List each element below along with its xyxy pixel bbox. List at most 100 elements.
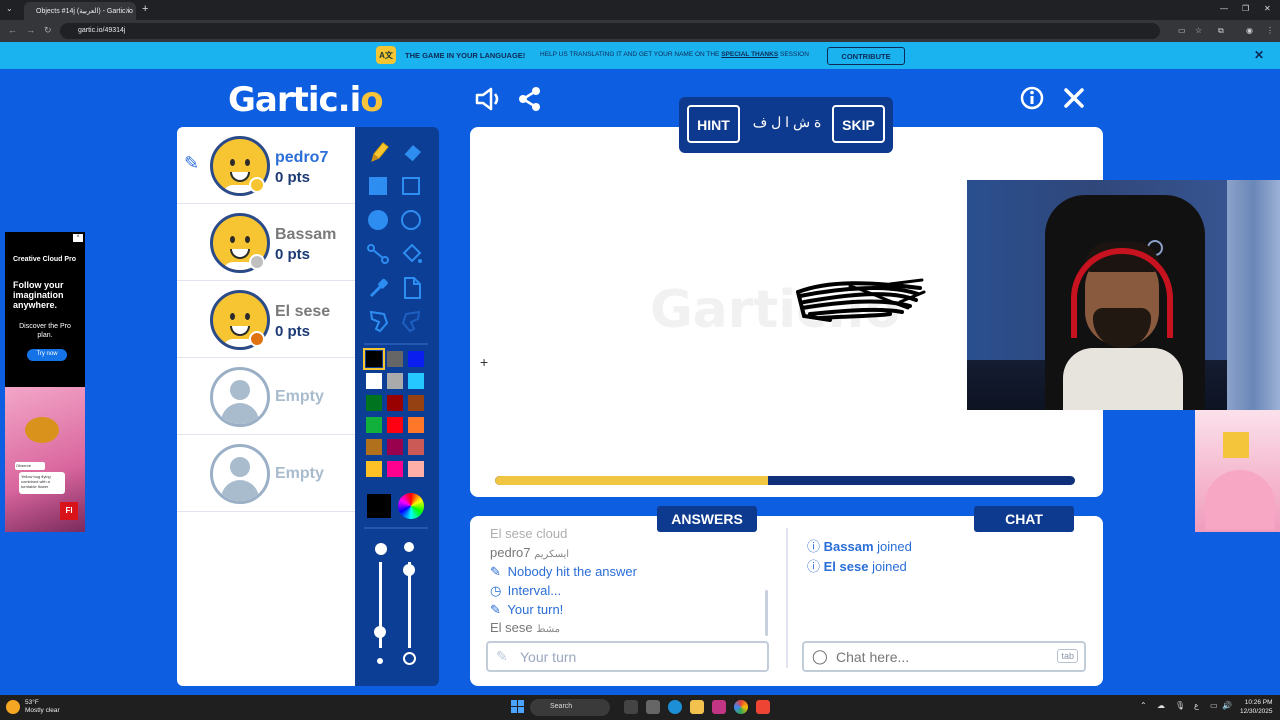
color-wheel-icon[interactable] (398, 493, 424, 519)
color-swatch[interactable] (366, 417, 382, 433)
forward-icon[interactable]: → (26, 25, 35, 35)
message-user: pedro7 (490, 545, 531, 560)
hint-button[interactable]: HINT (687, 105, 740, 143)
sound-icon[interactable] (474, 86, 502, 112)
taskbar-search[interactable]: Search (530, 699, 610, 716)
overlay-image (1195, 410, 1280, 532)
advertisement[interactable]: × Creative Cloud Pro Follow your imagina… (5, 232, 85, 532)
url-field[interactable]: gartic.io/49314j (60, 23, 1160, 39)
app-icon[interactable] (646, 700, 660, 714)
instagram-icon[interactable] (712, 700, 726, 714)
answer-input[interactable]: ✎ Your turn (486, 641, 769, 672)
color-swatch[interactable] (387, 373, 403, 389)
player-points: 0 pts (275, 169, 311, 186)
chat-input[interactable]: ◯ Chat here... tab (802, 641, 1086, 672)
tab-close-icon[interactable]: × (125, 6, 130, 15)
minimize-icon[interactable]: — (1220, 4, 1228, 13)
weather-widget[interactable]: 53°F Mostly clear (25, 699, 60, 715)
banner-close-icon[interactable]: ✕ (1254, 48, 1264, 62)
color-swatch[interactable] (387, 439, 403, 455)
bookmark-star-icon[interactable]: ☆ (1195, 26, 1202, 35)
system-message: ✎ Nobody hit the answer (490, 564, 637, 580)
current-color-swatch[interactable] (367, 494, 391, 518)
color-swatch[interactable] (408, 461, 424, 477)
task-view-icon[interactable] (624, 700, 638, 714)
tab-title: Objects #14j (العربية) - Gartic.io (36, 8, 133, 15)
network-icon[interactable]: ▭ (1210, 701, 1218, 710)
browser-tab[interactable]: Objects #14j (العربية) - Gartic.io × (24, 2, 136, 20)
color-swatch[interactable] (366, 373, 382, 389)
rect-fill-tool-icon[interactable] (369, 177, 387, 195)
tray-chevron-icon[interactable]: ⌃ (1140, 701, 1147, 710)
ad-cta-button[interactable]: Try now (27, 349, 67, 361)
color-swatch[interactable] (363, 348, 385, 370)
color-swatch[interactable] (387, 417, 403, 433)
profile-icon[interactable]: ◉ (1246, 26, 1253, 35)
message-text: joined (872, 559, 907, 574)
eraser-tool-icon[interactable] (400, 141, 424, 165)
eyedropper-tool-icon[interactable] (367, 276, 391, 300)
drawing-pencil-icon: ✎ (184, 153, 200, 173)
fill-bucket-tool-icon[interactable] (400, 242, 424, 266)
color-swatch[interactable] (387, 351, 403, 367)
color-swatch[interactable] (366, 395, 382, 411)
rect-outline-tool-icon[interactable] (402, 177, 420, 195)
redo-tool-icon[interactable] (400, 309, 422, 335)
new-page-tool-icon[interactable] (401, 276, 423, 300)
ellipse-fill-tool-icon[interactable] (368, 210, 388, 230)
opacity-slider-handle[interactable] (403, 564, 415, 576)
line-tool-icon[interactable] (366, 242, 390, 266)
new-tab-button[interactable]: + (142, 3, 148, 15)
contribute-button[interactable]: CONTRIBUTE (827, 47, 905, 65)
ad-close-icon[interactable]: × (73, 234, 83, 242)
player-name: pedro7 (275, 149, 329, 166)
color-swatch[interactable] (408, 373, 424, 389)
color-swatch[interactable] (387, 395, 403, 411)
maximize-icon[interactable]: ❐ (1242, 4, 1249, 13)
color-swatch[interactable] (366, 461, 382, 477)
thickness-slider-handle[interactable] (374, 626, 386, 638)
player-name: Empty (275, 465, 324, 482)
color-swatch[interactable] (408, 351, 424, 367)
pencil-tool-icon[interactable] (368, 141, 390, 165)
tab-list-icon[interactable]: ⌄ (6, 4, 13, 13)
back-icon[interactable]: ← (8, 25, 17, 35)
file-explorer-icon[interactable] (690, 700, 704, 714)
extensions-icon[interactable]: ⧉ (1218, 26, 1224, 36)
chat-tab[interactable]: CHAT (974, 506, 1074, 532)
exit-icon[interactable] (1063, 87, 1085, 109)
color-swatch[interactable] (408, 395, 424, 411)
language-icon[interactable]: ع (1194, 701, 1199, 710)
share-icon[interactable] (518, 86, 542, 112)
windows-start-icon[interactable] (511, 700, 524, 713)
mic-icon[interactable]: 🎙 (1175, 701, 1185, 710)
ad-logo: Fl (60, 502, 78, 520)
color-swatch[interactable] (366, 439, 382, 455)
weather-desc: Mostly clear (25, 707, 60, 714)
player-row: El sese 0 pts (177, 281, 355, 358)
special-thanks-link[interactable]: SPECIAL THANKS (721, 51, 778, 58)
taskbar-clock[interactable]: 10:26 PM 12/30/2025 (1240, 698, 1273, 716)
player-row: ✎ pedro7 0 pts (177, 127, 355, 204)
weather-temp: 53°F (25, 699, 39, 706)
recording-app-icon[interactable] (756, 700, 770, 714)
skip-button[interactable]: SKIP (832, 105, 885, 143)
tray-app-icon[interactable]: ☁ (1157, 701, 1165, 710)
color-swatch[interactable] (408, 417, 424, 433)
color-swatch[interactable] (408, 439, 424, 455)
hint-bar: HINT ة ش ا ل ف SKIP (679, 97, 893, 153)
undo-tool-icon[interactable] (368, 309, 390, 335)
reload-icon[interactable]: ↻ (44, 25, 52, 36)
cast-icon[interactable]: ▭ (1178, 26, 1186, 35)
answer-message: pedro7 ايسكريم (490, 545, 569, 560)
chrome-icon[interactable] (734, 700, 748, 714)
ellipse-outline-tool-icon[interactable] (401, 210, 421, 230)
color-swatch[interactable] (387, 461, 403, 477)
window-close-icon[interactable]: ✕ (1264, 4, 1271, 13)
answers-scrollbar[interactable] (765, 590, 768, 636)
menu-icon[interactable]: ⋮ (1266, 26, 1274, 35)
edge-icon[interactable] (668, 700, 682, 714)
volume-icon[interactable]: 🔊 (1222, 701, 1232, 710)
players-panel: ✎ pedro7 0 pts Bassam 0 pts El sese 0 pt… (177, 127, 355, 686)
info-icon[interactable] (1020, 86, 1044, 110)
